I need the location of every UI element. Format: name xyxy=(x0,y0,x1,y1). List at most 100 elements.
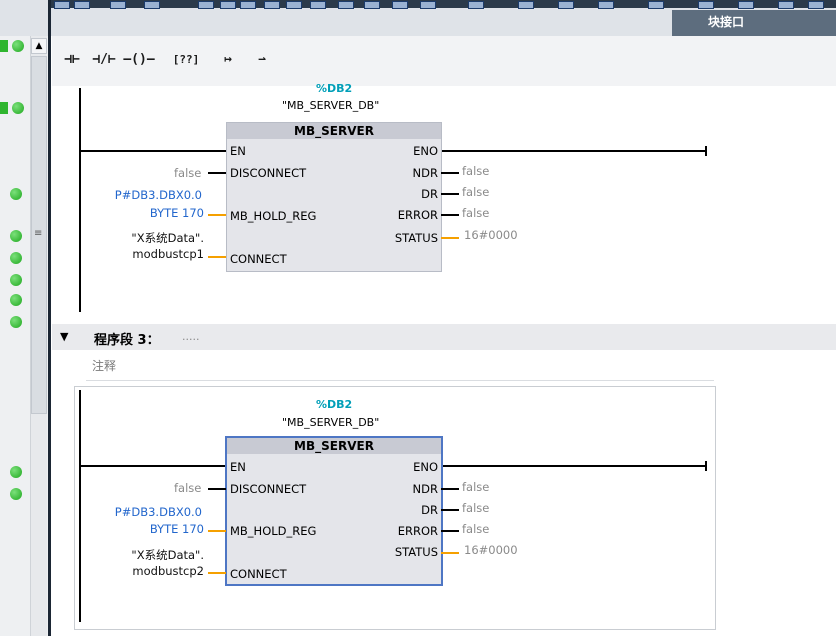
close-branch-button[interactable]: ⇀ xyxy=(248,49,276,71)
toolbar-icon[interactable] xyxy=(392,1,408,9)
pin-dr: DR xyxy=(421,503,438,517)
toolbar-icon[interactable] xyxy=(310,1,326,9)
toolbar-icon[interactable] xyxy=(598,1,614,9)
pin-eno: ENO xyxy=(413,144,438,158)
eno-wire xyxy=(441,465,707,467)
lad-instruction-bar: ⊣⊢ ⊣/⊢ –()– [??] ↦ ⇀ xyxy=(52,36,836,87)
network-header[interactable] xyxy=(52,324,836,350)
input-wire xyxy=(208,172,226,174)
param-connect[interactable]: "X系统Data". xyxy=(84,547,204,563)
param-hold-reg-len[interactable]: BYTE 170 xyxy=(90,206,204,220)
param-error[interactable]: false xyxy=(462,522,489,536)
pane-divider[interactable] xyxy=(48,0,51,636)
param-disconnect[interactable]: false xyxy=(174,481,201,495)
no-contact-button[interactable]: ⊣⊢ xyxy=(58,49,86,71)
toolbar-icon[interactable] xyxy=(74,1,90,9)
empty-box-button[interactable]: [??] xyxy=(170,49,202,71)
db-number: %DB2 xyxy=(316,82,353,95)
block-title: MB_SERVER xyxy=(227,123,441,139)
en-wire xyxy=(80,465,226,467)
input-wire xyxy=(208,488,226,490)
pin-mb-hold-reg: MB_HOLD_REG xyxy=(230,524,317,538)
toolbar-icon[interactable] xyxy=(558,1,574,9)
network-title[interactable]: 程序段 3： xyxy=(94,329,160,348)
coil-button[interactable]: –()– xyxy=(122,49,156,71)
param-status[interactable]: 16#0000 xyxy=(464,228,518,242)
toolbar-icon[interactable] xyxy=(808,1,824,9)
pin-en: EN xyxy=(230,460,246,474)
param-connect-member[interactable]: modbustcp1 xyxy=(84,247,204,261)
status-led-icon xyxy=(10,188,22,200)
toolbar-icon[interactable] xyxy=(338,1,354,9)
collapse-caret-icon[interactable]: ▼ xyxy=(60,330,68,343)
toolbar-icon[interactable] xyxy=(420,1,436,9)
status-led-icon xyxy=(12,102,24,114)
pin-error: ERROR xyxy=(397,524,438,538)
pin-disconnect: DISCONNECT xyxy=(230,166,307,180)
toolbar-icon[interactable] xyxy=(220,1,236,9)
pin-eno: ENO xyxy=(413,460,438,474)
pin-error: ERROR xyxy=(397,208,438,222)
wire-end xyxy=(705,146,707,156)
power-rail xyxy=(79,88,81,312)
network-comment[interactable]: 注释 xyxy=(92,357,116,374)
power-rail xyxy=(79,390,81,622)
db-number: %DB2 xyxy=(316,398,353,411)
toolbar-icon[interactable] xyxy=(698,1,714,9)
toolbar-icon[interactable] xyxy=(286,1,302,9)
output-wire xyxy=(441,172,459,174)
status-led-icon xyxy=(10,316,22,328)
network-comment-row[interactable] xyxy=(86,352,714,381)
input-wire xyxy=(208,256,226,258)
param-ndr[interactable]: false xyxy=(462,164,489,178)
toolbar-icon[interactable] xyxy=(264,1,280,9)
pin-disconnect: DISCONNECT xyxy=(230,482,307,496)
open-branch-button[interactable]: ↦ xyxy=(214,49,242,71)
param-error[interactable]: false xyxy=(462,206,489,220)
pin-ndr: NDR xyxy=(412,166,438,180)
param-ndr[interactable]: false xyxy=(462,480,489,494)
pin-status: STATUS xyxy=(394,231,438,245)
param-hold-reg[interactable]: P#DB3.DBX0.0 xyxy=(90,188,202,202)
nc-contact-button[interactable]: ⊣/⊢ xyxy=(90,49,118,71)
output-wire xyxy=(441,193,459,195)
param-dr[interactable]: false xyxy=(462,501,489,515)
param-hold-reg[interactable]: P#DB3.DBX0.0 xyxy=(90,505,202,519)
toolbar-icon[interactable] xyxy=(110,1,126,9)
toolbar-icon[interactable] xyxy=(54,1,70,9)
toolbar-icon[interactable] xyxy=(240,1,256,9)
block-interface-tab[interactable]: 块接口 xyxy=(672,10,836,36)
param-status[interactable]: 16#0000 xyxy=(464,543,518,557)
en-wire xyxy=(80,150,226,152)
toolbar-icon[interactable] xyxy=(778,1,794,9)
toolbar-icon[interactable] xyxy=(738,1,754,9)
toolbar-icon[interactable] xyxy=(468,1,484,9)
param-connect-member[interactable]: modbustcp2 xyxy=(84,564,204,578)
input-wire xyxy=(208,214,226,216)
status-led-icon xyxy=(10,488,22,500)
status-led-icon xyxy=(10,252,22,264)
param-disconnect[interactable]: false xyxy=(174,166,201,180)
block-title: MB_SERVER xyxy=(227,438,441,454)
input-wire xyxy=(208,572,226,574)
toolbar-icon[interactable] xyxy=(364,1,380,9)
toolbar-icon[interactable] xyxy=(198,1,214,9)
toolbar-icon[interactable] xyxy=(144,1,160,9)
param-connect[interactable]: "X系统Data". xyxy=(84,230,204,246)
eno-wire xyxy=(441,150,707,152)
status-led-icon xyxy=(10,274,22,286)
toolbar-icon[interactable] xyxy=(518,1,534,9)
db-name: "MB_SERVER_DB" xyxy=(282,99,380,112)
scroll-up-icon[interactable]: ▲ xyxy=(31,38,47,54)
output-wire xyxy=(441,214,459,216)
network-title-placeholder[interactable]: ..... xyxy=(182,330,199,343)
input-wire xyxy=(208,530,226,532)
pin-mb-hold-reg: MB_HOLD_REG xyxy=(230,209,317,223)
toolbar-icon[interactable] xyxy=(648,1,664,9)
status-led-icon xyxy=(0,102,8,114)
param-dr[interactable]: false xyxy=(462,185,489,199)
splitter-grip-icon[interactable]: ≡ xyxy=(34,228,42,239)
db-name: "MB_SERVER_DB" xyxy=(282,416,380,429)
status-led-icon xyxy=(12,40,24,52)
param-hold-reg-len[interactable]: BYTE 170 xyxy=(90,522,204,536)
